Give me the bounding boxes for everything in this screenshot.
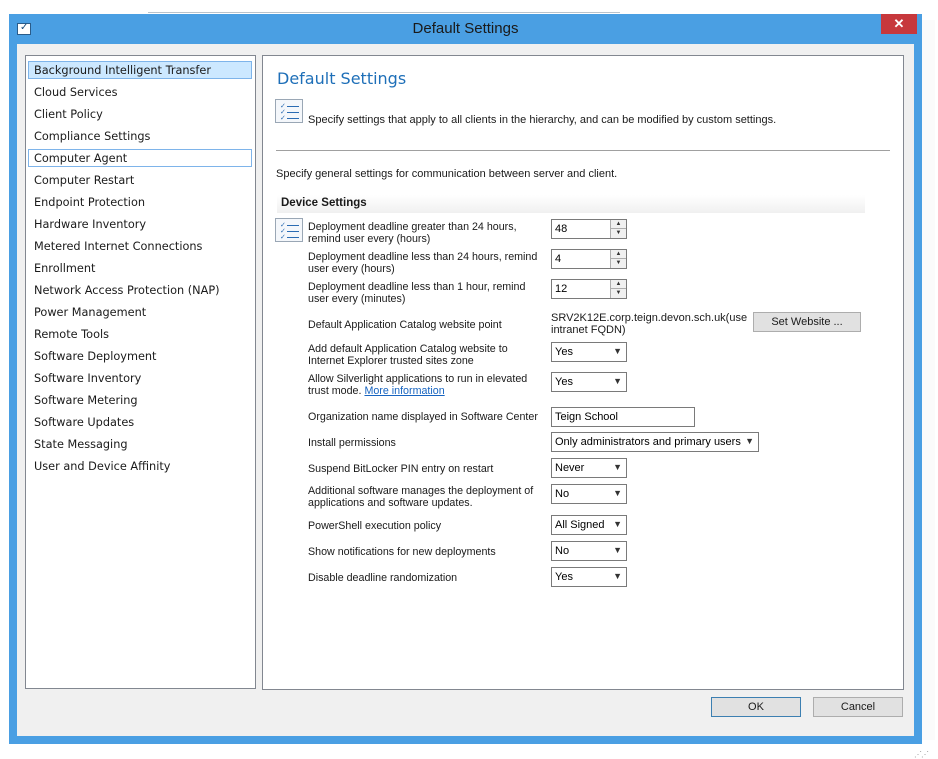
nav-item-client-policy[interactable]: Client Policy: [28, 105, 252, 123]
page-description: Specify settings that apply to all clien…: [308, 114, 777, 126]
nav-item-network-access-protection[interactable]: Network Access Protection (NAP): [28, 281, 252, 299]
powershell-value: All Signed: [555, 519, 605, 531]
notifications-value: No: [555, 545, 570, 557]
nav-item-remote-tools[interactable]: Remote Tools: [28, 325, 252, 343]
nav-item-endpoint-protection[interactable]: Endpoint Protection: [28, 193, 252, 211]
deadline-24less-stepper[interactable]: 4 ▲ ▼: [551, 249, 627, 269]
checklist-icon: ✓ ✓ ✓: [275, 218, 303, 242]
nav-item-state-messaging[interactable]: State Messaging: [28, 435, 252, 453]
nav-item-power-management[interactable]: Power Management: [28, 303, 252, 321]
nav-item-user-and-device-affinity[interactable]: User and Device Affinity: [28, 457, 252, 475]
default-settings-dialog: ✓ Default Settings ✕ Background Intellig…: [9, 14, 929, 759]
deadline-24plus-stepper[interactable]: 48 ▲ ▼: [551, 219, 627, 239]
org-name-value: Teign School: [555, 411, 618, 423]
randomization-select[interactable]: Yes ▼: [551, 567, 627, 587]
nav-item-cloud-services[interactable]: Cloud Services: [28, 83, 252, 101]
notifications-label: Show notifications for new deployments: [308, 546, 496, 558]
catalog-trusted-select[interactable]: Yes ▼: [551, 342, 627, 362]
powershell-label: PowerShell execution policy: [308, 520, 442, 532]
chevron-down-icon: ▼: [613, 488, 622, 498]
nav-item-software-updates[interactable]: Software Updates: [28, 413, 252, 431]
chevron-down-icon: ▼: [613, 462, 622, 472]
settings-panel: Default Settings ✓ ✓ ✓ Specify settings …: [262, 55, 904, 690]
checklist-icon: ✓ ✓ ✓: [275, 99, 303, 123]
randomization-value: Yes: [555, 571, 573, 583]
general-description: Specify general settings for communicati…: [276, 168, 618, 180]
set-website-button[interactable]: Set Website ...: [753, 312, 861, 332]
catalog-trusted-value: Yes: [555, 346, 573, 358]
chevron-down-icon: ▼: [613, 346, 622, 356]
section-title: Device Settings: [281, 197, 367, 209]
nav-item-background-intelligent-transfer[interactable]: Background Intelligent Transfer: [28, 61, 252, 79]
chevron-down-icon: ▼: [613, 519, 622, 529]
silverlight-select[interactable]: Yes ▼: [551, 372, 627, 392]
notifications-select[interactable]: No ▼: [551, 541, 627, 561]
org-name-field[interactable]: Teign School: [551, 407, 695, 427]
silverlight-value: Yes: [555, 376, 573, 388]
background-scrollbar-strip: [920, 20, 935, 740]
additional-software-select[interactable]: No ▼: [551, 484, 627, 504]
more-information-link[interactable]: More information: [364, 385, 444, 397]
deadline-24less-value[interactable]: 4: [555, 253, 561, 265]
settings-category-list[interactable]: Background Intelligent Transfer Cloud Se…: [25, 55, 256, 689]
org-name-label: Organization name displayed in Software …: [308, 411, 538, 423]
bitlocker-select[interactable]: Never ▼: [551, 458, 627, 478]
nav-item-metered-internet-connections[interactable]: Metered Internet Connections: [28, 237, 252, 255]
nav-item-enrollment[interactable]: Enrollment: [28, 259, 252, 277]
dialog-body: Background Intelligent Transfer Cloud Se…: [17, 44, 929, 759]
deadline-1h-value[interactable]: 12: [555, 283, 567, 295]
install-permissions-value: Only administrators and primary users: [555, 436, 741, 448]
nav-item-hardware-inventory[interactable]: Hardware Inventory: [28, 215, 252, 233]
deadline-1h-label: Deployment deadline less than 1 hour, re…: [308, 281, 526, 305]
additional-software-label: Additional software manages the deployme…: [308, 485, 534, 509]
title-bar[interactable]: ✓ Default Settings ✕: [9, 14, 922, 44]
bitlocker-label: Suspend BitLocker PIN entry on restart: [308, 463, 494, 475]
cancel-button[interactable]: Cancel: [813, 697, 903, 717]
nav-item-software-deployment[interactable]: Software Deployment: [28, 347, 252, 365]
divider: [276, 150, 890, 151]
spinner-arrows-icon[interactable]: ▲ ▼: [610, 280, 626, 298]
deadline-24less-label: Deployment deadline less than 24 hours, …: [308, 251, 538, 275]
powershell-select[interactable]: All Signed ▼: [551, 515, 627, 535]
nav-item-software-inventory[interactable]: Software Inventory: [28, 369, 252, 387]
chevron-down-icon: ▼: [613, 376, 622, 386]
section-header: Device Settings: [277, 195, 865, 213]
chevron-down-icon: ▼: [613, 571, 622, 581]
ok-button[interactable]: OK: [711, 697, 801, 717]
window-title: Default Settings: [412, 20, 519, 37]
nav-item-computer-agent[interactable]: Computer Agent: [28, 149, 252, 167]
additional-software-value: No: [555, 488, 570, 500]
nav-item-computer-restart[interactable]: Computer Restart: [28, 171, 252, 189]
bitlocker-value: Never: [555, 462, 585, 474]
spinner-arrows-icon[interactable]: ▲ ▼: [610, 220, 626, 238]
catalog-trusted-label: Add default Application Catalog website …: [308, 343, 508, 367]
deadline-24plus-label: Deployment deadline greater than 24 hour…: [308, 221, 517, 245]
install-permissions-select[interactable]: Only administrators and primary users ▼: [551, 432, 759, 452]
deadline-24plus-value[interactable]: 48: [555, 223, 567, 235]
close-icon[interactable]: ✕: [881, 14, 917, 34]
nav-item-compliance-settings[interactable]: Compliance Settings: [28, 127, 252, 145]
chevron-down-icon: ▼: [613, 545, 622, 555]
install-permissions-label: Install permissions: [308, 437, 396, 449]
resize-grip-icon[interactable]: ⋰⋰: [914, 750, 929, 759]
nav-item-software-metering[interactable]: Software Metering: [28, 391, 252, 409]
page-title: Default Settings: [277, 69, 407, 88]
catalog-point-value: SRV2K12E.corp.teign.devon.sch.uk(use int…: [551, 312, 748, 336]
catalog-point-label: Default Application Catalog website poin…: [308, 319, 502, 331]
deadline-1h-stepper[interactable]: 12 ▲ ▼: [551, 279, 627, 299]
randomization-label: Disable deadline randomization: [308, 572, 458, 584]
chevron-down-icon: ▼: [745, 436, 754, 446]
spinner-arrows-icon[interactable]: ▲ ▼: [610, 250, 626, 268]
silverlight-label: Allow Silverlight applications to run in…: [308, 373, 544, 397]
